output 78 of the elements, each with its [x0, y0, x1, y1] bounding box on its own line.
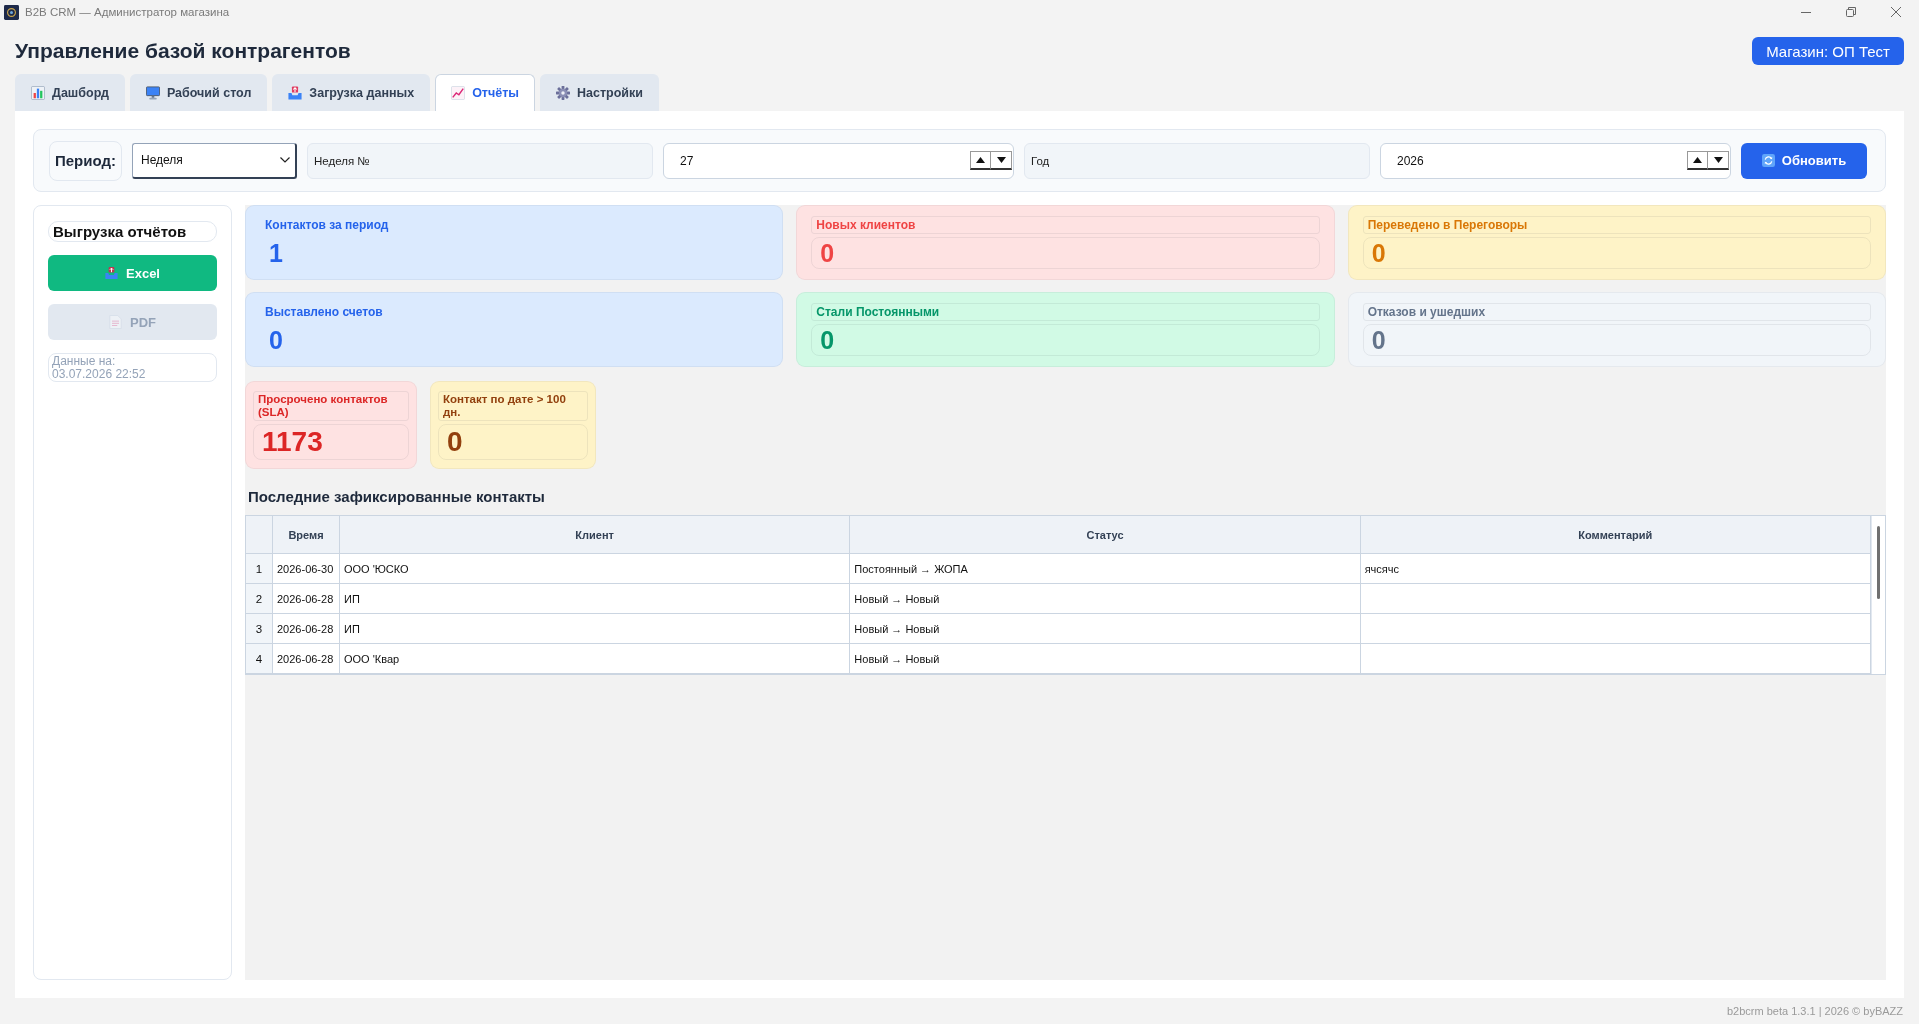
table-cell: Новый → Новый — [850, 644, 1361, 674]
column-header: Клиент — [340, 516, 851, 554]
bar-chart-icon — [31, 86, 45, 100]
app-icon — [4, 4, 19, 20]
document-icon — [109, 315, 122, 329]
metric-value: 0 — [1362, 324, 1871, 356]
tab[interactable]: Дашборд — [15, 74, 125, 111]
metric-label: Выставлено счетов — [264, 304, 384, 321]
row-number: 3 — [246, 614, 273, 644]
table-cell: Постоянный → ЖОПА — [850, 554, 1361, 584]
tab[interactable]: Загрузка данных — [272, 74, 431, 111]
restore-icon[interactable] — [1846, 7, 1856, 17]
column-header: Комментарий — [1360, 516, 1871, 554]
data-timestamp: Данные на: 03.07.2026 22:52 — [48, 353, 217, 383]
metric-label: Просрочено контактов (SLA) — [253, 391, 409, 421]
period-dropdown[interactable]: Неделя — [132, 142, 297, 179]
spin-up-button[interactable] — [970, 151, 991, 170]
table-cell: Новый → Новый — [850, 584, 1361, 614]
metric-value: 0 — [811, 237, 1320, 269]
section-title: Последние зафиксированные контакты — [247, 488, 546, 505]
spin-up-button[interactable] — [1687, 151, 1708, 170]
metric-value: 0 — [268, 325, 284, 356]
metric-value: 0 — [1362, 237, 1871, 269]
column-header: Время — [273, 516, 340, 554]
store-button[interactable]: Магазин: ОП Тест — [1752, 37, 1904, 65]
table-cell: 2026-06-28 — [273, 644, 340, 674]
row-number: 2 — [246, 584, 273, 614]
scrollbar-thumb[interactable] — [1877, 526, 1880, 599]
table-cell: ООО 'ЮСКО — [340, 554, 851, 584]
chevron-down-icon — [280, 157, 290, 163]
metric-value: 1173 — [253, 424, 409, 460]
table-cell: ИП — [340, 584, 851, 614]
tab[interactable]: Настройки — [540, 74, 659, 111]
table-cell: ООО 'Квар — [340, 644, 851, 674]
metric-label: Контактов за период — [264, 217, 390, 234]
metric-label: Отказов и ушедших — [1362, 303, 1871, 321]
tray-icon — [105, 266, 118, 280]
gear-icon — [556, 86, 570, 100]
window-title: B2B CRM — Администратор магазина — [25, 6, 230, 18]
table-cell: ячсячс — [1360, 554, 1871, 584]
export-panel-title: Выгрузка отчётов — [48, 221, 217, 242]
column-header: Статус — [850, 516, 1361, 554]
refresh-button[interactable]: Обновить — [1741, 142, 1867, 179]
metric-label: Стали Постоянными — [811, 303, 1320, 321]
year-spinbox[interactable]: 2026 — [1380, 142, 1731, 179]
tray-icon — [288, 86, 303, 100]
tab[interactable]: Рабочий стол — [129, 74, 268, 111]
spin-down-button[interactable] — [1708, 151, 1729, 170]
table-cell: 2026-06-28 — [273, 584, 340, 614]
year-label: Год — [1024, 142, 1370, 179]
metric-label: Контакт по дате > 100 дн. — [438, 391, 588, 421]
monitor-icon — [145, 86, 160, 100]
triangle-up-icon — [1693, 157, 1702, 163]
footer-text: b2bcrm beta 1.3.1 | 2026 © byBAZZ — [1726, 1005, 1903, 1017]
table-cell: 2026-06-28 — [273, 614, 340, 644]
tab[interactable]: Отчёты — [435, 74, 535, 111]
refresh-icon — [1761, 154, 1775, 167]
minimize-icon[interactable] — [1801, 11, 1811, 13]
row-number: 4 — [246, 644, 273, 674]
triangle-down-icon — [1713, 157, 1723, 163]
week-label: Неделя № — [307, 142, 653, 179]
metric-value: 0 — [811, 324, 1320, 356]
triangle-up-icon — [976, 157, 985, 163]
metric-value: 1 — [268, 238, 284, 269]
table-cell: Новый → Новый — [850, 614, 1361, 644]
row-number: 1 — [246, 554, 273, 584]
line-chart-icon — [451, 86, 466, 100]
page-title: Управление базой контрагентов — [15, 39, 351, 63]
metric-value: 0 — [438, 424, 588, 460]
spin-down-button[interactable] — [991, 151, 1012, 170]
table-cell: ИП — [340, 614, 851, 644]
period-label: Период: — [49, 140, 122, 181]
metric-label: Переведено в Переговоры — [1362, 216, 1871, 234]
triangle-down-icon — [996, 157, 1006, 163]
metric-label: Новых клиентов — [811, 216, 1320, 234]
close-icon[interactable] — [1891, 7, 1901, 17]
week-spinbox[interactable]: 27 — [663, 142, 1014, 179]
table-cell: 2026-06-30 — [273, 554, 340, 584]
